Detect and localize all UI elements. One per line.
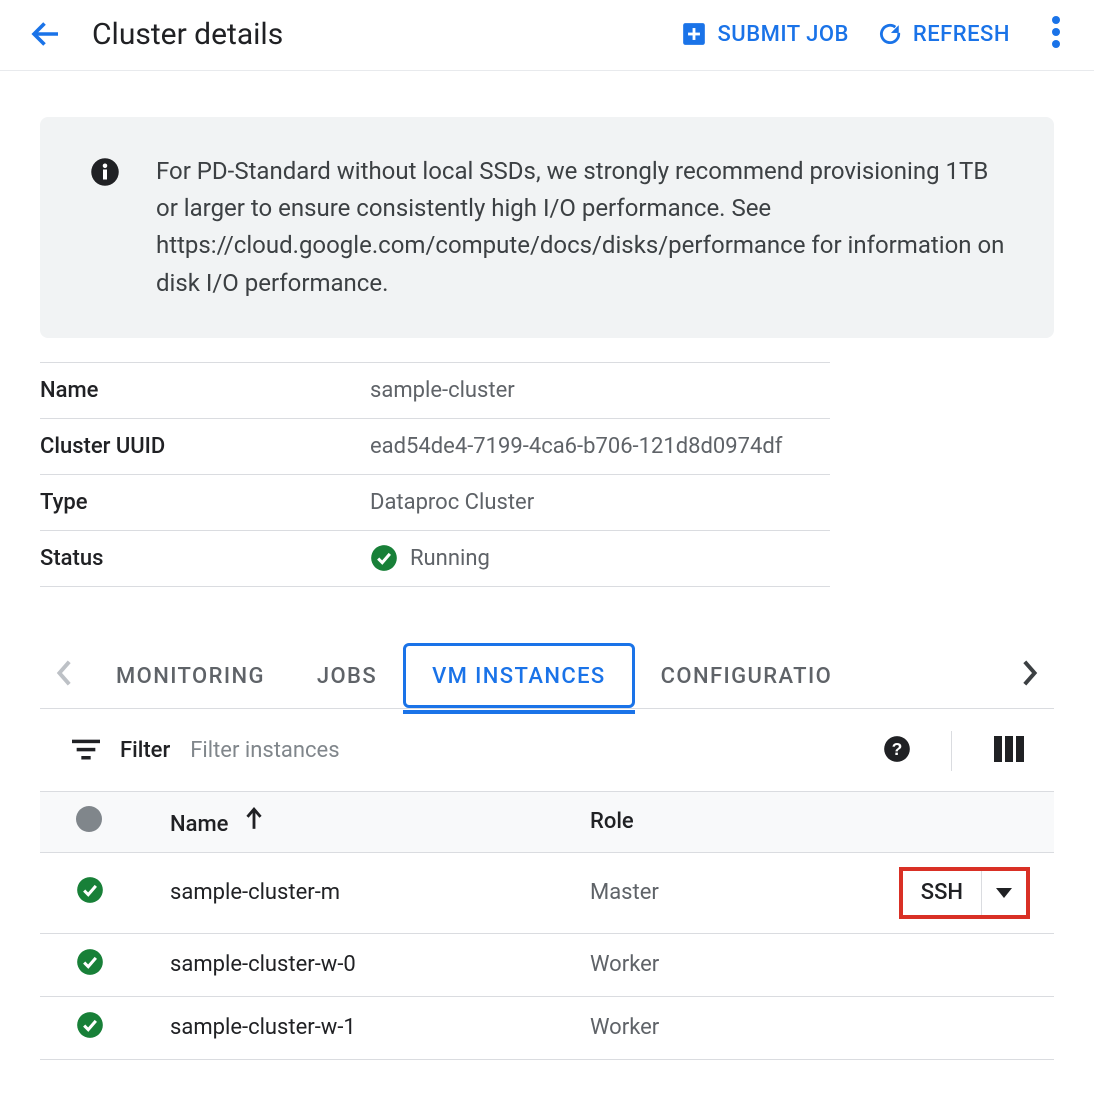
more-menu-button[interactable] xyxy=(1038,16,1074,52)
ssh-button-label: SSH xyxy=(903,871,982,915)
chevron-left-icon xyxy=(56,659,74,687)
detail-value: ead54de4-7199-4ca6-b706-121d8d0974df xyxy=(370,434,782,459)
table-header-row: Name Role xyxy=(40,791,1054,852)
columns-icon xyxy=(994,736,1024,762)
detail-value: Running xyxy=(370,544,490,572)
vm-instances-table: Name Role sample-cluster-mMasterSSHsampl… xyxy=(40,791,1054,1060)
tabs-fade xyxy=(974,643,1000,708)
svg-text:?: ? xyxy=(892,739,903,759)
detail-row-name: Name sample-cluster xyxy=(40,363,830,419)
col-header-role[interactable]: Role xyxy=(590,791,874,852)
detail-row-type: Type Dataproc Cluster xyxy=(40,475,830,531)
page-title: Cluster details xyxy=(92,17,283,52)
row-role: Worker xyxy=(590,933,874,996)
table-row: sample-cluster-mMaster SSH xyxy=(40,852,1054,933)
refresh-icon xyxy=(877,21,903,47)
tab-vm-instances[interactable]: VM INSTANCES xyxy=(403,643,635,708)
tab-configuration[interactable]: CONFIGURATION xyxy=(635,646,831,705)
detail-value: Dataproc Cluster xyxy=(370,490,534,515)
submit-job-label: SUBMIT JOB xyxy=(717,22,848,47)
row-actions xyxy=(874,933,1054,996)
row-status xyxy=(40,996,170,1059)
detail-row-status: Status Running xyxy=(40,531,830,587)
chevron-right-icon xyxy=(1020,659,1038,687)
check-circle-icon xyxy=(370,544,398,572)
row-role: Master xyxy=(590,852,874,933)
tabs: MONITORING JOBS VM INSTANCES CONFIGURATI… xyxy=(40,643,1054,709)
row-name[interactable]: sample-cluster-w-0 xyxy=(170,933,590,996)
row-status xyxy=(40,933,170,996)
page-header: Cluster details SUBMIT JOB REFRESH xyxy=(0,0,1094,71)
row-name[interactable]: sample-cluster-w-1 xyxy=(170,996,590,1059)
divider xyxy=(951,731,952,771)
help-button[interactable]: ? xyxy=(883,735,931,767)
info-banner: For PD-Standard without local SSDs, we s… xyxy=(40,117,1054,338)
back-arrow-icon[interactable] xyxy=(28,16,64,52)
detail-key: Status xyxy=(40,546,370,571)
filter-icon xyxy=(72,737,100,765)
row-role: Worker xyxy=(590,996,874,1059)
info-icon xyxy=(90,153,120,302)
tab-scroll-right[interactable] xyxy=(1004,659,1054,691)
info-banner-text: For PD-Standard without local SSDs, we s… xyxy=(156,153,1012,302)
status-dot-icon xyxy=(76,806,102,832)
submit-job-button[interactable]: SUBMIT JOB xyxy=(681,21,848,47)
detail-value: sample-cluster xyxy=(370,378,515,403)
status-text: Running xyxy=(410,546,490,571)
col-header-role-label: Role xyxy=(590,809,634,834)
detail-key: Cluster UUID xyxy=(40,434,370,459)
tab-jobs[interactable]: JOBS xyxy=(291,646,403,705)
columns-button[interactable] xyxy=(972,736,1046,766)
row-status xyxy=(40,852,170,933)
check-circle-icon xyxy=(76,1011,104,1039)
table-row: sample-cluster-w-1Worker xyxy=(40,996,1054,1059)
col-header-name[interactable]: Name xyxy=(170,791,590,852)
refresh-button[interactable]: REFRESH xyxy=(877,21,1010,47)
row-name[interactable]: sample-cluster-m xyxy=(170,852,590,933)
ssh-button[interactable]: SSH xyxy=(899,867,1030,919)
ssh-dropdown-toggle[interactable] xyxy=(982,871,1026,915)
cluster-details-table: Name sample-cluster Cluster UUID ead54de… xyxy=(40,362,830,587)
row-actions: SSH xyxy=(874,852,1054,933)
tab-monitoring[interactable]: MONITORING xyxy=(90,646,291,705)
detail-key: Name xyxy=(40,378,370,403)
col-header-status[interactable] xyxy=(40,791,170,852)
col-header-actions xyxy=(874,791,1054,852)
filter-input[interactable]: Filter instances xyxy=(190,738,863,763)
table-row: sample-cluster-w-0Worker xyxy=(40,933,1054,996)
caret-down-icon xyxy=(996,888,1012,898)
check-circle-icon xyxy=(76,948,104,976)
refresh-label: REFRESH xyxy=(913,22,1010,47)
detail-row-uuid: Cluster UUID ead54de4-7199-4ca6-b706-121… xyxy=(40,419,830,475)
more-vert-icon xyxy=(1052,16,1060,48)
row-actions xyxy=(874,996,1054,1059)
plus-box-icon xyxy=(681,21,707,47)
sort-asc-icon xyxy=(244,812,264,837)
check-circle-icon xyxy=(76,876,104,904)
filter-bar: Filter Filter instances ? xyxy=(40,709,1054,791)
col-header-name-label: Name xyxy=(170,812,228,837)
filter-label: Filter xyxy=(120,738,170,763)
detail-key: Type xyxy=(40,490,370,515)
tab-scroll-left[interactable] xyxy=(40,659,90,691)
help-icon: ? xyxy=(883,735,911,763)
